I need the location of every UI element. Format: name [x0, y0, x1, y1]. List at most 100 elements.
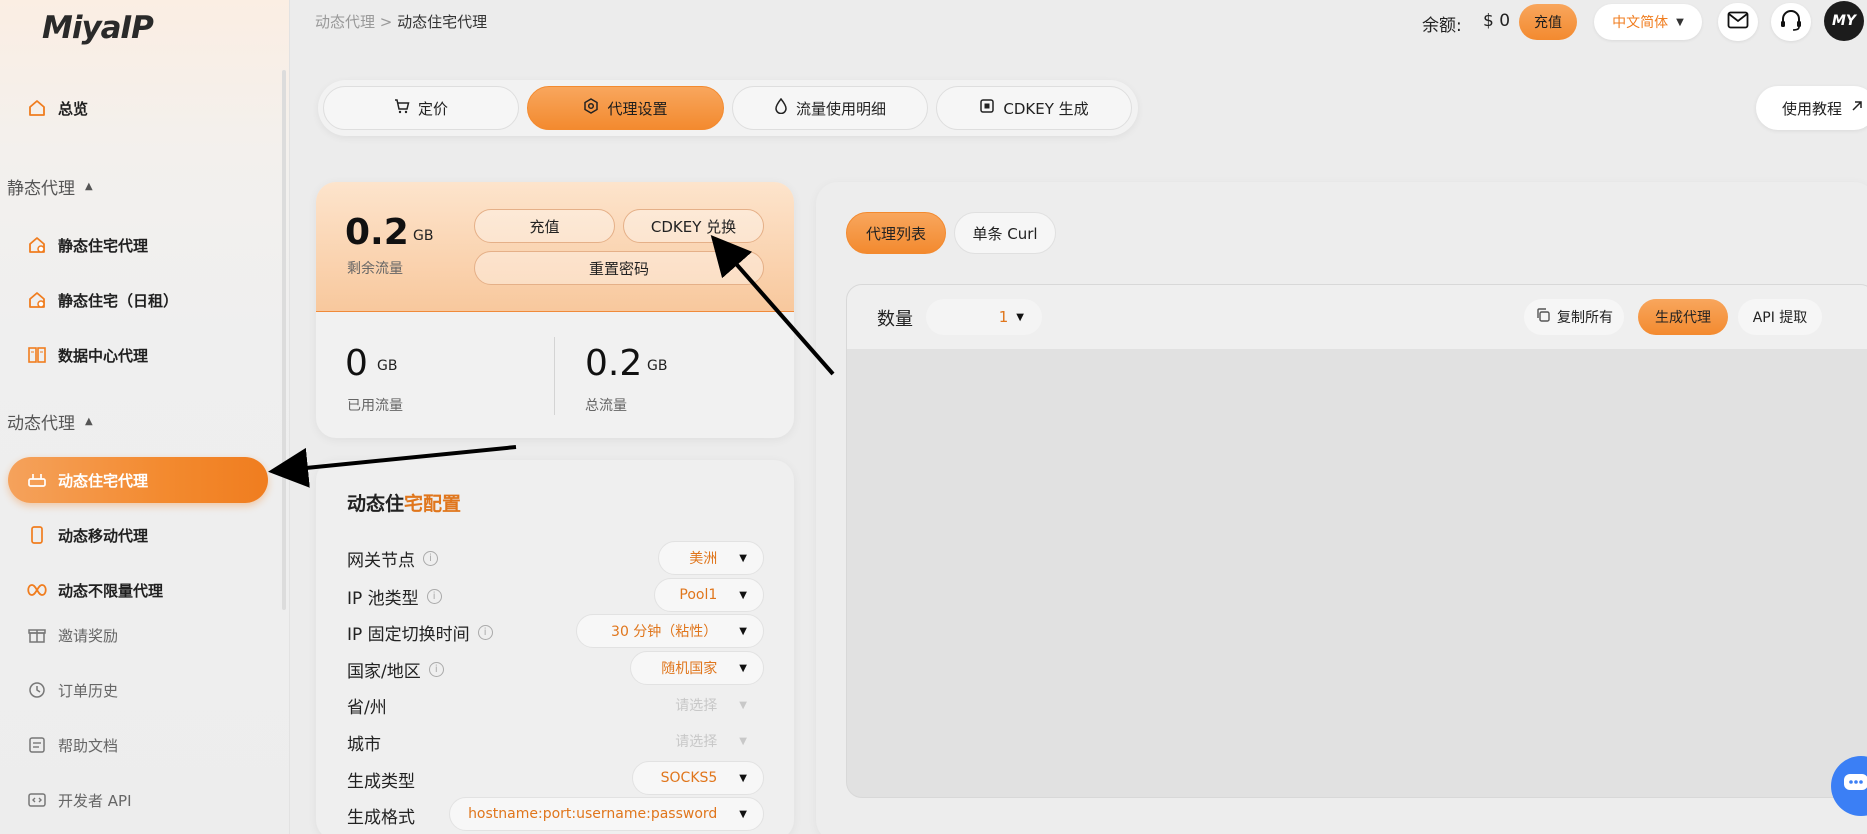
tab-pricing[interactable]: 定价 — [323, 86, 519, 130]
breadcrumb-separator: > — [379, 13, 393, 31]
sidebar-item-order-history[interactable]: 订单历史 — [8, 667, 268, 713]
sidebar-item-label: 订单历史 — [58, 681, 119, 700]
ip-rotation-time-select[interactable]: 30 分钟（粘性） ▼ — [576, 614, 764, 648]
sidebar-item-developer-api[interactable]: 开发者 API — [8, 777, 268, 823]
gateway-node-select[interactable]: 美洲 ▼ — [658, 541, 764, 575]
language-select[interactable]: 中文简体 ▼ — [1594, 4, 1702, 40]
tab-proxy-list[interactable]: 代理列表 — [846, 212, 946, 254]
house-clock-icon — [26, 289, 48, 311]
province-select[interactable]: 请选择 ▼ — [640, 688, 764, 722]
logo[interactable]: MiyaIP — [42, 10, 154, 46]
sidebar-item-dynamic-residential[interactable]: 动态住宅代理 — [8, 457, 268, 503]
sidebar-scrollbar[interactable] — [282, 70, 286, 610]
sidebar-item-label: 动态移动代理 — [58, 526, 149, 545]
remaining-traffic-label: 剩余流量 — [347, 261, 403, 277]
chevron-down-icon: ▼ — [1016, 311, 1024, 323]
sidebar: MiyaIP 总览 静态代理 ▲ 静态住宅代理 静态住宅（日租） 数据中心代理 … — [0, 0, 290, 834]
total-traffic-label: 总流量 — [585, 398, 627, 414]
section-static[interactable]: 静态代理 ▲ — [7, 174, 93, 199]
api-extract-button[interactable]: API 提取 — [1738, 299, 1822, 335]
chevron-down-icon: ▼ — [739, 772, 747, 784]
city-label: 城市 — [347, 735, 381, 755]
router-icon — [26, 469, 48, 491]
gateway-node-label: 网关节点 i — [347, 546, 438, 571]
sidebar-item-label: 静态住宅代理 — [58, 236, 149, 255]
chevron-down-icon: ▼ — [739, 589, 747, 601]
sidebar-item-label: 动态住宅代理 — [58, 471, 149, 490]
country-label: 国家/地区 i — [347, 657, 444, 682]
sidebar-item-label: 动态不限量代理 — [58, 581, 164, 600]
country-select[interactable]: 随机国家 ▼ — [630, 651, 764, 685]
chip-icon — [979, 98, 995, 118]
chevron-down-icon: ▼ — [739, 625, 747, 637]
city-select[interactable]: 请选择 ▼ — [640, 724, 764, 758]
traffic-divider — [554, 337, 555, 415]
avatar[interactable]: MY — [1824, 1, 1864, 41]
ip-pool-type-select[interactable]: Pool1 ▼ — [654, 578, 764, 612]
cdkey-redeem-button[interactable]: CDKEY 兑换 — [623, 209, 764, 243]
mail-icon — [1727, 11, 1749, 33]
drop-icon — [774, 97, 788, 118]
sidebar-item-static-daily[interactable]: 静态住宅（日租） — [8, 277, 268, 323]
history-icon — [26, 679, 48, 701]
config-title: 动态住宅配置 — [347, 493, 462, 515]
header-topup-button[interactable]: 充值 — [1519, 4, 1577, 40]
generate-proxy-button[interactable]: 生成代理 — [1638, 299, 1728, 335]
sidebar-item-dynamic-mobile[interactable]: 动态移动代理 — [8, 512, 268, 558]
tab-proxy-settings[interactable]: 代理设置 — [527, 86, 724, 130]
breadcrumb-current: 动态住宅代理 — [397, 13, 488, 31]
house-icon — [26, 234, 48, 256]
mail-button[interactable] — [1718, 3, 1758, 41]
chevron-down-icon: ▼ — [739, 662, 747, 674]
headset-icon — [1779, 9, 1803, 35]
sidebar-item-label: 静态住宅（日租） — [58, 291, 179, 310]
used-traffic-label: 已用流量 — [347, 398, 403, 414]
sidebar-item-overview[interactable]: 总览 — [8, 85, 268, 131]
total-traffic-value: 0.2 — [585, 343, 643, 384]
caret-up-icon: ▲ — [85, 181, 93, 192]
tab-single-curl[interactable]: 单条 Curl — [954, 212, 1056, 254]
document-icon — [26, 734, 48, 756]
copy-all-button[interactable]: 复制所有 — [1524, 299, 1624, 335]
chevron-down-icon: ▼ — [739, 808, 747, 820]
tab-traffic-usage[interactable]: 流量使用明细 — [732, 86, 928, 130]
traffic-topup-button[interactable]: 充值 — [474, 209, 615, 243]
quantity-select[interactable]: 1 ▼ — [926, 299, 1042, 335]
phone-icon — [26, 524, 48, 546]
info-icon[interactable]: i — [426, 589, 442, 604]
info-icon[interactable]: i — [428, 662, 444, 677]
reset-password-button[interactable]: 重置密码 — [474, 251, 764, 285]
support-button[interactable] — [1771, 3, 1811, 41]
code-icon — [26, 789, 48, 811]
sidebar-item-label: 帮助文档 — [58, 736, 119, 755]
info-icon[interactable]: i — [477, 625, 493, 640]
sidebar-item-help-docs[interactable]: 帮助文档 — [8, 722, 268, 768]
sidebar-item-label: 开发者 API — [58, 791, 132, 810]
breadcrumb: 动态代理 > 动态住宅代理 — [315, 11, 487, 32]
sidebar-item-invite[interactable]: 邀请奖励 — [8, 612, 268, 658]
remaining-traffic-unit: GB — [413, 228, 434, 244]
chevron-down-icon: ▼ — [1676, 16, 1684, 28]
quantity-label: 数量 — [877, 309, 913, 330]
sidebar-item-dynamic-unlimited[interactable]: 动态不限量代理 — [8, 567, 268, 613]
gift-icon — [26, 624, 48, 646]
tab-cdkey-generate[interactable]: CDKEY 生成 — [936, 86, 1132, 130]
used-traffic-value: 0 — [345, 343, 368, 384]
sidebar-item-label: 邀请奖励 — [58, 626, 119, 645]
tutorial-button[interactable]: 使用教程 — [1756, 86, 1867, 130]
breadcrumb-parent[interactable]: 动态代理 — [315, 13, 375, 31]
generate-type-select[interactable]: SOCKS5 ▼ — [632, 761, 764, 795]
province-label: 省/州 — [347, 698, 387, 718]
gear-icon — [583, 98, 599, 118]
info-icon[interactable]: i — [423, 551, 438, 566]
proxy-list-area — [846, 284, 1867, 798]
ip-pool-type-label: IP 池类型 i — [347, 584, 442, 609]
chevron-down-icon: ▼ — [739, 699, 747, 711]
generate-format-select[interactable]: hostname:port:username:password ▼ — [449, 797, 764, 831]
section-dynamic[interactable]: 动态代理 ▲ — [7, 409, 93, 434]
sidebar-item-datacenter[interactable]: 数据中心代理 — [8, 332, 268, 378]
sidebar-item-static-residential[interactable]: 静态住宅代理 — [8, 222, 268, 268]
cart-icon — [394, 98, 410, 118]
used-traffic-unit: GB — [377, 358, 398, 374]
chevron-down-icon: ▼ — [739, 735, 747, 747]
